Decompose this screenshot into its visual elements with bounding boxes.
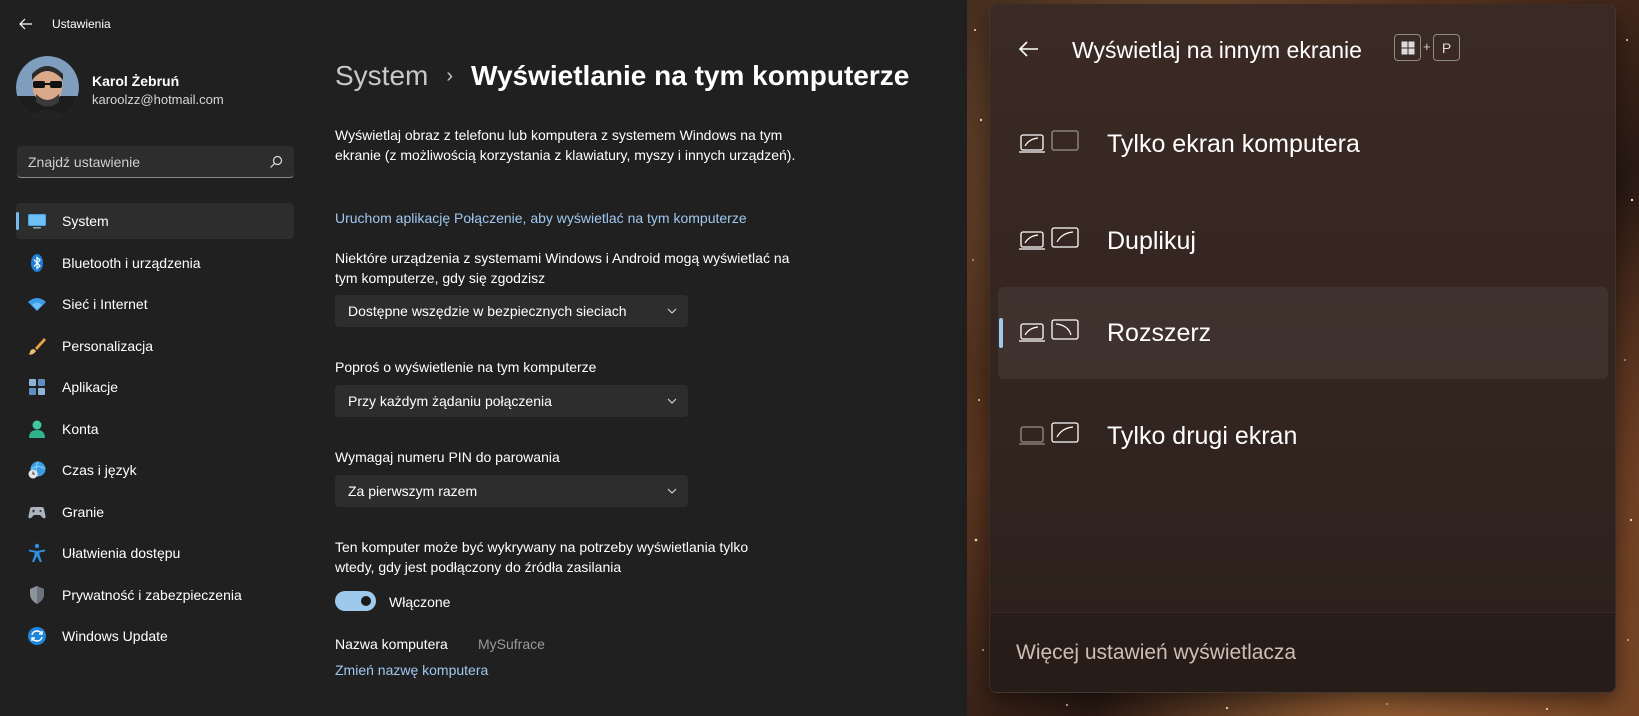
toggle-state-label: Włączone	[389, 594, 451, 610]
sidebar-item-personalization[interactable]: Personalizacja	[16, 328, 294, 364]
back-arrow-icon[interactable]	[16, 14, 36, 34]
option-extend[interactable]: Rozszerz	[998, 287, 1608, 379]
sidebar-item-gaming[interactable]: Granie	[16, 494, 294, 530]
sidebar-item-accessibility[interactable]: Ułatwienia dostępu	[16, 535, 294, 571]
sidebar-item-label: Personalizacja	[62, 337, 154, 354]
sidebar-item-apps[interactable]: Aplikacje	[16, 369, 294, 405]
sidebar-item-windows-update[interactable]: Windows Update	[16, 618, 294, 654]
option-label: Tylko drugi ekran	[1107, 422, 1298, 450]
sidebar-item-label: Aplikacje	[62, 379, 119, 395]
app-title: Ustawienia	[52, 17, 111, 31]
search-input[interactable]: Znajdź ustawienie	[28, 154, 140, 170]
gamepad-icon	[28, 506, 46, 518]
intro-text: Wyświetlaj obraz z telefonu lub komputer…	[335, 127, 796, 163]
search-icon[interactable]	[268, 154, 284, 170]
rename-pc-link[interactable]: Zmień nazwę komputera	[335, 662, 488, 678]
breadcrumb-separator: ›	[446, 64, 454, 87]
wifi-icon	[28, 298, 46, 311]
person-icon	[29, 420, 45, 438]
sidebar-item-label: Ułatwienia dostępu	[62, 545, 181, 561]
update-icon	[28, 627, 46, 645]
settings-window: Ustawienia Karol Żebruń karoolzz@hotmail…	[0, 0, 967, 716]
globe-clock-icon	[28, 461, 46, 479]
flyout-footer: Więcej ustawień wyświetlacza	[990, 612, 1615, 692]
search-box[interactable]: Znajdź ustawienie	[17, 146, 294, 178]
duplicate-icon	[1019, 227, 1079, 250]
sidebar-item-label: Sieć i Internet	[62, 296, 148, 312]
ask-to-project-dropdown[interactable]: Przy każdym żądaniu połączenia	[335, 385, 688, 417]
second-screen-only-icon	[1019, 422, 1079, 445]
dropdown-value: Przy każdym żądaniu połączenia	[348, 393, 552, 409]
sidebar-item-label: Granie	[62, 503, 105, 520]
sidebar-item-bluetooth[interactable]: Bluetooth i urządzenia	[16, 245, 294, 281]
sidebar-item-label: Prywatność i zabezpieczenia	[62, 586, 242, 603]
shortcut-plus: +	[1423, 39, 1431, 54]
sidebar-item-time-language[interactable]: Czas i język	[16, 452, 294, 488]
active-indicator	[16, 212, 19, 230]
sidebar-item-label: Konta	[62, 420, 99, 437]
chevron-down-icon	[667, 308, 677, 314]
sidebar-item-network[interactable]: Sieć i Internet	[16, 286, 294, 322]
title-bar: Ustawienia	[0, 0, 967, 48]
option-second-screen-only[interactable]: Tylko drugi ekran	[998, 390, 1608, 482]
p-key: P	[1433, 34, 1460, 61]
shield-icon	[30, 585, 44, 604]
pc-screen-only-icon	[1019, 130, 1079, 153]
page-title: Wyświetlanie na tym komputerze	[471, 60, 910, 91]
bluetooth-icon	[31, 253, 43, 272]
user-email: karoolzz@hotmail.com	[92, 92, 224, 107]
setting1-label: Niektóre urządzenia z systemami Windows …	[335, 250, 790, 286]
pc-name-key: Nazwa komputera	[335, 636, 448, 652]
active-indicator	[999, 318, 1003, 348]
brush-icon	[28, 337, 46, 355]
sidebar-item-label: Windows Update	[62, 628, 168, 644]
power-label: Ten komputer może być wykrywany na potrz…	[335, 539, 749, 575]
back-arrow-icon[interactable]	[1017, 37, 1041, 61]
windows-key-icon	[1394, 34, 1421, 61]
setting3-label: Wymagaj numeru PIN do parowania	[335, 449, 560, 465]
option-pc-screen-only[interactable]: Tylko ekran komputera	[998, 98, 1608, 190]
breadcrumb: System › Wyświetlanie na tym komputerze	[335, 60, 909, 92]
sidebar-item-system[interactable]: System	[16, 203, 294, 239]
sidebar-item-label: Bluetooth i urządzenia	[62, 254, 201, 271]
toggle-knob	[361, 596, 371, 606]
dropdown-value: Dostępne wszędzie w bezpiecznych sieciac…	[348, 303, 627, 319]
sidebar-item-label: Czas i język	[62, 462, 137, 478]
flyout-title: Wyświetlaj na innym ekranie	[1072, 37, 1362, 63]
p-key-label: P	[1441, 39, 1452, 56]
pc-name-value: MySufrace	[478, 636, 545, 652]
chevron-down-icon	[667, 398, 677, 404]
availability-dropdown[interactable]: Dostępne wszędzie w bezpiecznych sieciac…	[335, 295, 688, 327]
sidebar-item-label: System	[62, 213, 109, 229]
power-toggle[interactable]	[335, 591, 376, 611]
option-label: Duplikuj	[1107, 227, 1196, 255]
extend-icon	[1019, 319, 1079, 342]
option-duplicate[interactable]: Duplikuj	[998, 195, 1608, 287]
more-display-settings-link[interactable]: Więcej ustawień wyświetlacza	[1016, 641, 1296, 665]
user-name: Karol Żebruń	[92, 73, 180, 89]
accessibility-icon	[29, 543, 45, 562]
require-pin-dropdown[interactable]: Za pierwszym razem	[335, 475, 688, 507]
breadcrumb-parent[interactable]: System	[335, 60, 428, 92]
setting2-label: Poproś o wyświetlenie na tym komputerze	[335, 359, 597, 375]
project-flyout: Wyświetlaj na innym ekranie + P Tylko ek…	[989, 4, 1616, 693]
option-label: Rozszerz	[1107, 319, 1212, 347]
monitor-icon	[28, 214, 46, 229]
chevron-down-icon	[667, 488, 677, 494]
option-label: Tylko ekran komputera	[1107, 130, 1360, 158]
sidebar-nav: System Bluetooth i urządzenia Sieć i Int…	[16, 203, 294, 660]
dropdown-value: Za pierwszym razem	[348, 483, 478, 499]
sidebar-item-privacy[interactable]: Prywatność i zabezpieczenia	[16, 577, 294, 613]
launch-connect-link[interactable]: Uruchom aplikację Połączenie, aby wyświe…	[335, 210, 747, 226]
avatar	[16, 56, 79, 119]
apps-icon	[29, 379, 45, 395]
sidebar-item-accounts[interactable]: Konta	[16, 411, 294, 447]
